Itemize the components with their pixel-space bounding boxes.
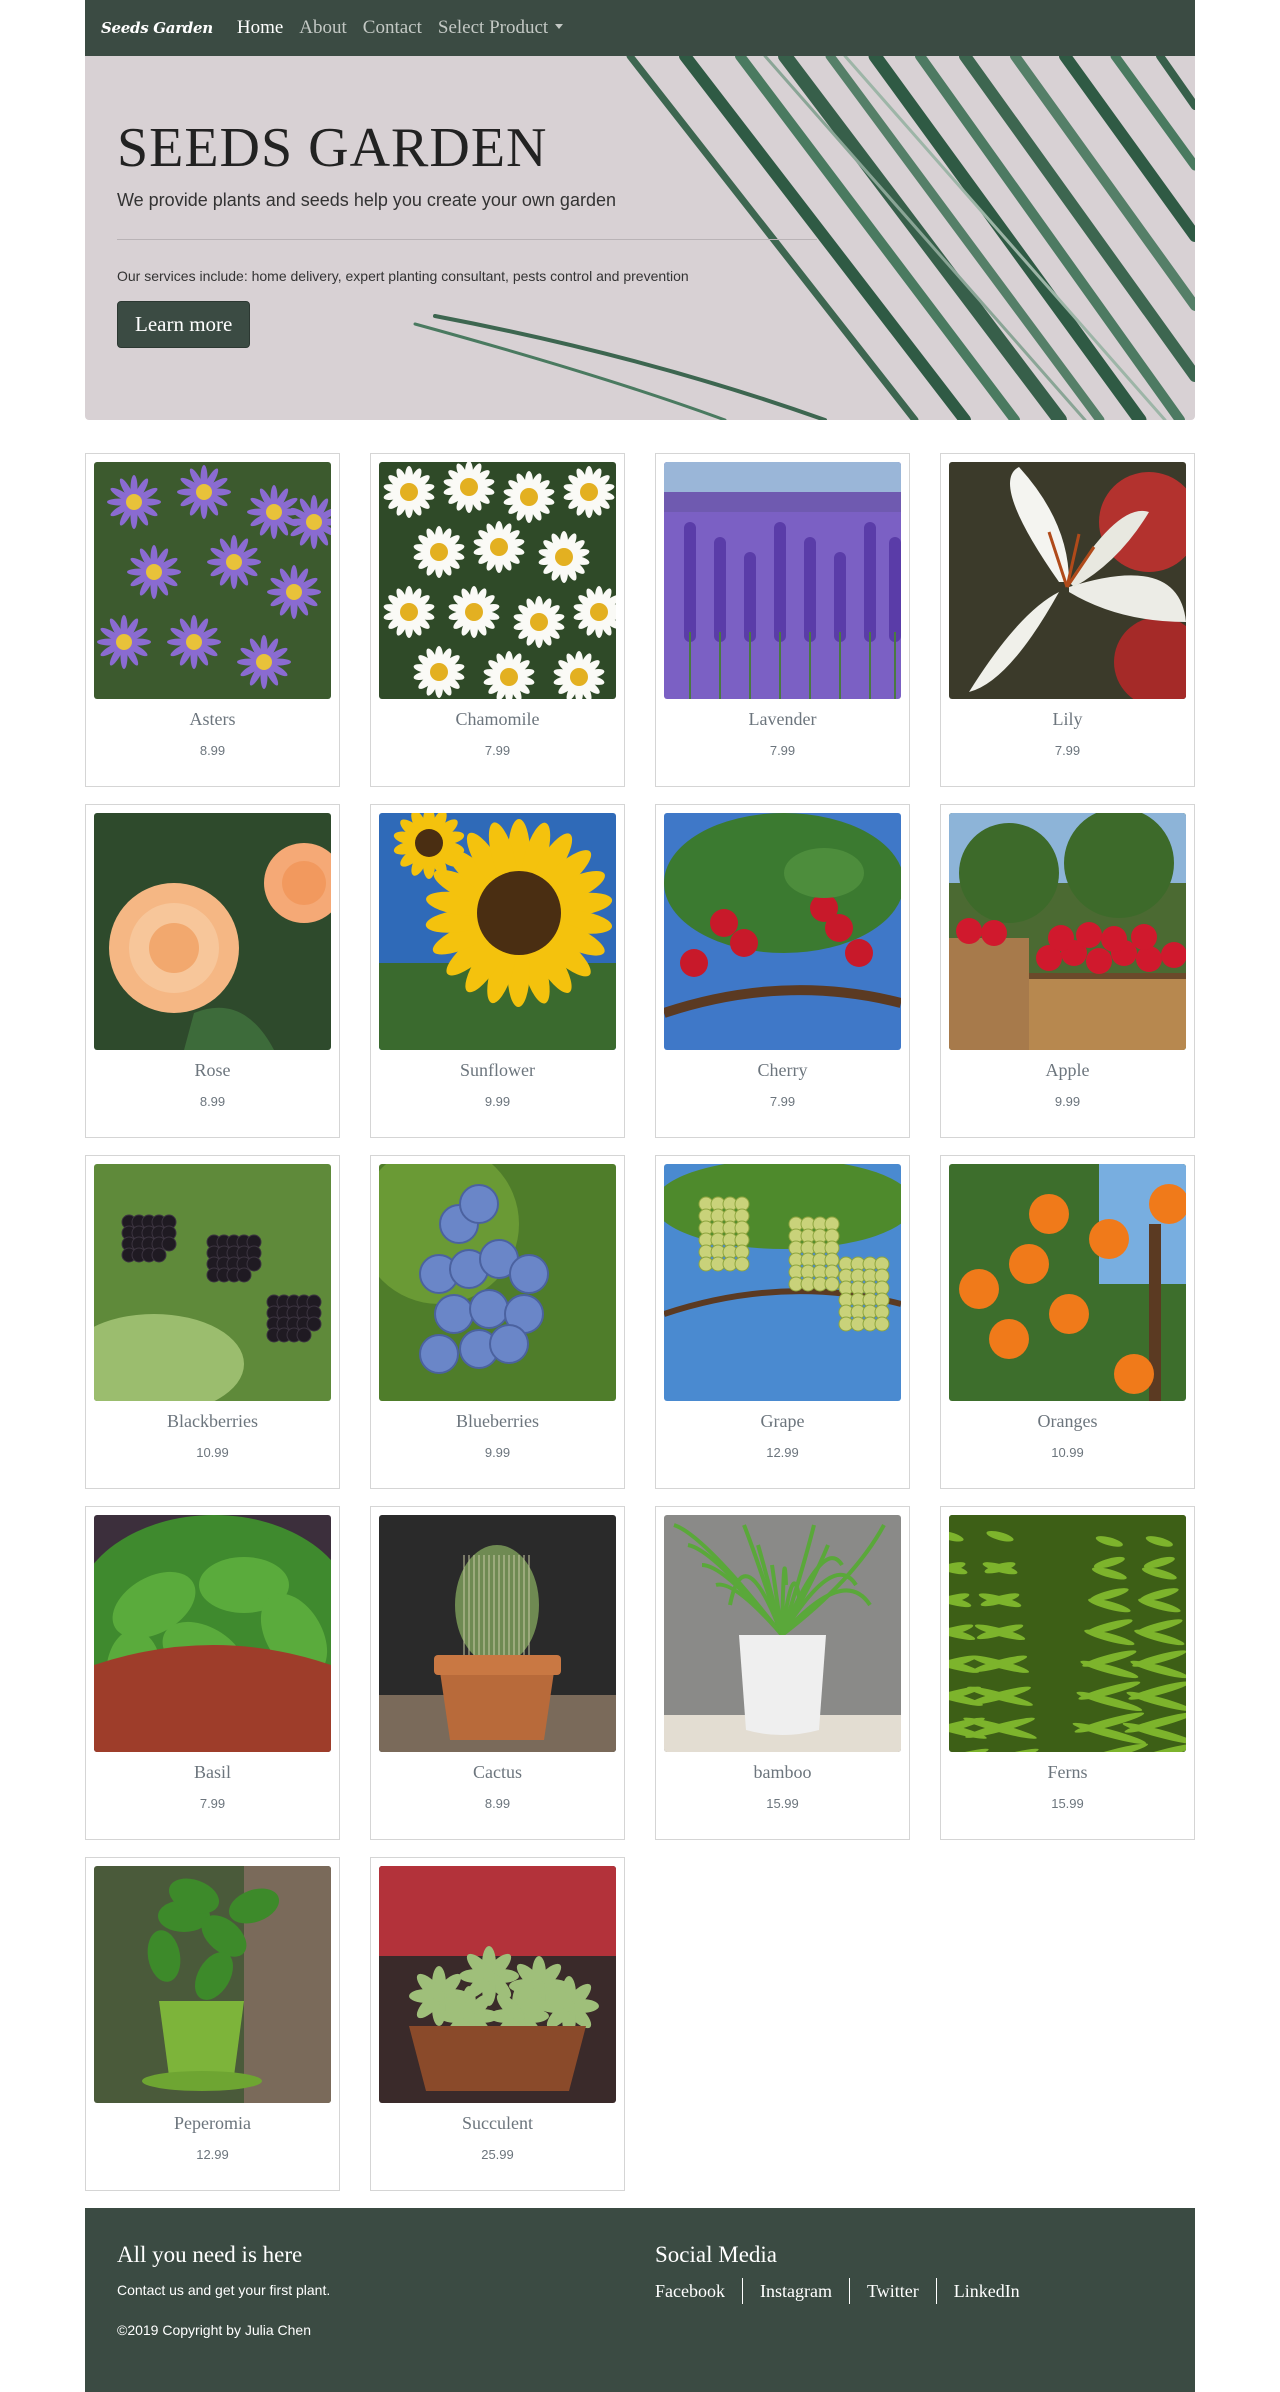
product-card[interactable]: Asters 8.99 — [85, 453, 340, 787]
product-name: Basil — [193, 1762, 231, 1782]
product-name: Chamomile — [455, 709, 540, 729]
product-price: 25.99 — [481, 2147, 514, 2162]
product-price: 15.99 — [766, 1796, 799, 1811]
lavender-photo[interactable] — [664, 462, 901, 699]
product-price: 7.99 — [484, 743, 511, 758]
footer-title: All you need is here — [117, 2242, 303, 2267]
twitter-link[interactable]: Twitter — [848, 2278, 936, 2304]
product-price: 10.99 — [1051, 1445, 1084, 1460]
product-card[interactable]: Peperomia 12.99 — [85, 1857, 340, 2191]
navbar: Seeds Garden Home About Contact Select P… — [85, 0, 1195, 56]
product-price: 9.99 — [484, 1445, 511, 1460]
product-name: Oranges — [1037, 1411, 1098, 1431]
hero-content: SEEDS GARDEN We provide plants and seeds… — [117, 56, 817, 348]
learn-more-button[interactable]: Learn more — [117, 301, 251, 348]
product-card[interactable]: Grape 12.99 — [655, 1155, 910, 1489]
product-card[interactable]: Sunflower 9.99 — [370, 804, 625, 1138]
grape-photo[interactable] — [664, 1164, 901, 1401]
footer-text: Contact us and get your first plant. — [117, 2282, 331, 2298]
product-name: Asters — [189, 709, 236, 729]
hero-jumbotron: SEEDS GARDEN We provide plants and seeds… — [85, 56, 1195, 420]
product-card[interactable]: Apple 9.99 — [940, 804, 1195, 1138]
succulent-photo[interactable] — [379, 1866, 616, 2103]
product-name: Rose — [194, 1060, 231, 1080]
product-price: 7.99 — [1054, 743, 1081, 758]
nav-contact-link[interactable]: Contact — [363, 17, 422, 39]
product-name: Lily — [1052, 709, 1083, 729]
social-media-title: Social Media — [655, 2242, 777, 2267]
nav-about-link[interactable]: About — [299, 17, 347, 39]
product-price: 9.99 — [484, 1094, 511, 1109]
product-name: Sunflower — [460, 1060, 535, 1080]
product-name: Ferns — [1047, 1762, 1088, 1782]
product-name: bamboo — [753, 1762, 812, 1782]
product-price: 7.99 — [769, 1094, 796, 1109]
hero-title: SEEDS GARDEN — [117, 117, 548, 179]
hero-divider — [117, 239, 817, 240]
product-name: Grape — [760, 1411, 805, 1431]
social-links: Facebook Instagram Twitter LinkedIn — [655, 2278, 1037, 2304]
select-product-label: Select Product — [437, 17, 549, 38]
product-card[interactable]: Cactus 8.99 — [370, 1506, 625, 1840]
product-price: 9.99 — [1054, 1094, 1081, 1109]
product-price: 15.99 — [1051, 1796, 1084, 1811]
select-product-dropdown[interactable]: Select Product — [437, 17, 564, 39]
product-price: 10.99 — [196, 1445, 229, 1460]
apple-photo[interactable] — [949, 813, 1186, 1050]
blackberry-photo[interactable] — [94, 1164, 331, 1401]
rose-photo[interactable] — [94, 813, 331, 1050]
lily-photo[interactable] — [949, 462, 1186, 699]
cactus-photo[interactable] — [379, 1515, 616, 1752]
product-card[interactable]: Basil 7.99 — [85, 1506, 340, 1840]
facebook-link[interactable]: Facebook — [655, 2278, 742, 2304]
product-card[interactable]: bamboo 15.99 — [655, 1506, 910, 1840]
linkedin-link[interactable]: LinkedIn — [935, 2278, 1037, 2304]
cherry-photo[interactable] — [664, 813, 901, 1050]
product-card[interactable]: Oranges 10.99 — [940, 1155, 1195, 1489]
product-price: 8.99 — [484, 1796, 511, 1811]
product-name: Apple — [1045, 1060, 1090, 1080]
product-card[interactable]: Rose 8.99 — [85, 804, 340, 1138]
product-card[interactable]: Blackberries 10.99 — [85, 1155, 340, 1489]
bamboo-photo[interactable] — [664, 1515, 901, 1752]
product-card[interactable]: Lavender 7.99 — [655, 453, 910, 787]
sunflower-photo[interactable] — [379, 813, 616, 1050]
chamomile-photo[interactable] — [379, 462, 616, 699]
brand-logo[interactable]: Seeds Garden — [101, 19, 213, 37]
hero-services-text: Our services include: home delivery, exp… — [117, 268, 689, 284]
product-price: 7.99 — [769, 743, 796, 758]
product-name: Lavender — [748, 709, 817, 729]
product-name: Cherry — [757, 1060, 808, 1080]
footer-copyright: ©2019 Copyright by Julia Chen — [117, 2322, 311, 2338]
product-card[interactable]: Blueberries 9.99 — [370, 1155, 625, 1489]
product-name: Succulent — [462, 2113, 533, 2133]
product-price: 12.99 — [196, 2147, 229, 2162]
product-name: Blackberries — [167, 1411, 258, 1431]
product-card[interactable]: Succulent 25.99 — [370, 1857, 625, 2191]
orange-photo[interactable] — [949, 1164, 1186, 1401]
blueberry-photo[interactable] — [379, 1164, 616, 1401]
hero-lead: We provide plants and seeds help you cre… — [117, 190, 616, 210]
aster-photo[interactable] — [94, 462, 331, 699]
product-name: Peperomia — [174, 2113, 251, 2133]
product-name: Cactus — [473, 1762, 522, 1782]
product-price: 7.99 — [199, 1796, 226, 1811]
peperomia-photo[interactable] — [94, 1866, 331, 2103]
instagram-link[interactable]: Instagram — [741, 2278, 849, 2304]
basil-photo[interactable] — [94, 1515, 331, 1752]
product-card[interactable]: Chamomile 7.99 — [370, 453, 625, 787]
fern-photo[interactable] — [949, 1515, 1186, 1752]
caret-down-icon — [555, 24, 564, 29]
footer: All you need is here Contact us and get … — [85, 2208, 1195, 2392]
product-card[interactable]: Lily 7.99 — [940, 453, 1195, 787]
product-name: Blueberries — [456, 1411, 539, 1431]
product-price: 8.99 — [199, 743, 226, 758]
product-card[interactable]: Ferns 15.99 — [940, 1506, 1195, 1840]
page: Seeds Garden Home About Contact Select P… — [85, 0, 1195, 2392]
product-price: 8.99 — [199, 1094, 226, 1109]
product-price: 12.99 — [766, 1445, 799, 1460]
product-card[interactable]: Cherry 7.99 — [655, 804, 910, 1138]
nav-home-link[interactable]: Home — [237, 17, 283, 39]
